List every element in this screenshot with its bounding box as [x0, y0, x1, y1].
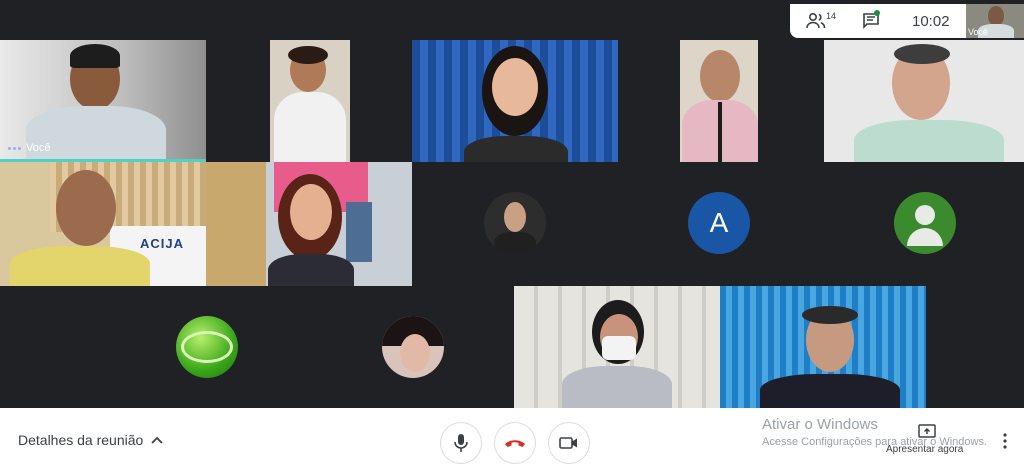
- present-now-label: Apresentar agora: [886, 444, 964, 455]
- participant-face: [700, 50, 740, 102]
- avatar-face: [504, 202, 526, 232]
- meeting-clock: 10:02: [912, 13, 950, 30]
- participant-face: [290, 184, 332, 240]
- hair: [288, 46, 328, 64]
- face-mask: [602, 336, 636, 360]
- empty-tile: [926, 286, 1024, 408]
- participant-face: [492, 58, 538, 116]
- video-tile-4[interactable]: [618, 40, 824, 162]
- shirt: [10, 246, 150, 286]
- headphones: [802, 306, 858, 324]
- preview-face: [988, 6, 1004, 26]
- self-name-tag: Você: [8, 142, 50, 154]
- camera-button[interactable]: [548, 422, 590, 464]
- shirt: [760, 374, 900, 408]
- video-tile-8[interactable]: [514, 286, 720, 408]
- self-preview-label: Você: [968, 27, 989, 37]
- camera-icon: [559, 437, 577, 449]
- shirt: [464, 136, 568, 162]
- participant-avatar-default[interactable]: [894, 192, 956, 254]
- present-now-button[interactable]: Apresentar agora: [886, 424, 968, 464]
- avatar-letter: A: [709, 207, 729, 238]
- video-tile-5[interactable]: [824, 40, 1024, 162]
- meeting-info-bar: 14 10:02: [790, 4, 966, 38]
- avatar-row: A: [412, 162, 1024, 286]
- video-tile-9[interactable]: [720, 286, 926, 408]
- participant-face: [56, 170, 116, 246]
- meeting-details-button[interactable]: Detalhes da reunião: [18, 432, 163, 448]
- participant-avatar-photo[interactable]: [484, 192, 546, 254]
- hangup-icon: [505, 440, 525, 447]
- participants-button[interactable]: 14: [806, 11, 840, 31]
- default-user-body: [907, 228, 943, 246]
- shirt: [274, 92, 346, 162]
- participant-avatar-photo-2[interactable]: [382, 316, 444, 378]
- shirt: [268, 254, 354, 286]
- avatar-face: [400, 334, 430, 372]
- self-name-label: Você: [26, 142, 51, 154]
- mic-icon: [454, 434, 468, 452]
- meeting-details-label: Detalhes da reunião: [18, 432, 144, 448]
- present-icon: [918, 424, 936, 438]
- hair: [70, 44, 120, 68]
- hair: [894, 44, 950, 64]
- avatar-row-2: [0, 286, 514, 408]
- chevron-up-icon: [151, 436, 163, 444]
- participant-avatar-letter[interactable]: A: [688, 192, 750, 254]
- video-tile-2[interactable]: [206, 40, 412, 162]
- participants-count: 14: [826, 11, 837, 21]
- tie: [718, 102, 722, 162]
- shirt: [562, 366, 672, 408]
- audio-indicator-icon: [8, 146, 21, 150]
- video-tile-7[interactable]: [206, 162, 412, 286]
- avatar-suit: [494, 232, 536, 254]
- chat-button[interactable]: [862, 10, 882, 32]
- video-tile-self[interactable]: Você: [0, 40, 206, 162]
- participant-avatar-green-orb[interactable]: [176, 316, 238, 378]
- hangup-button[interactable]: [494, 422, 536, 464]
- default-user-icon: [915, 205, 935, 225]
- people-icon: [806, 12, 826, 29]
- acija-logo-text: ACIJA: [140, 236, 185, 251]
- more-vert-icon: [1003, 433, 1007, 449]
- mic-button[interactable]: [440, 422, 482, 464]
- shirt: [854, 120, 1004, 162]
- more-options-button[interactable]: [998, 432, 1012, 450]
- self-preview-thumbnail[interactable]: Você: [966, 4, 1024, 38]
- video-tile-6[interactable]: ACIJA: [0, 162, 206, 286]
- orb-logo-icon: [181, 331, 233, 363]
- video-tile-3[interactable]: [412, 40, 618, 162]
- meeting-controls-bar: Detalhes da reunião Ativar o Windows Ace…: [0, 408, 1024, 472]
- chat-notification-dot: [874, 10, 880, 16]
